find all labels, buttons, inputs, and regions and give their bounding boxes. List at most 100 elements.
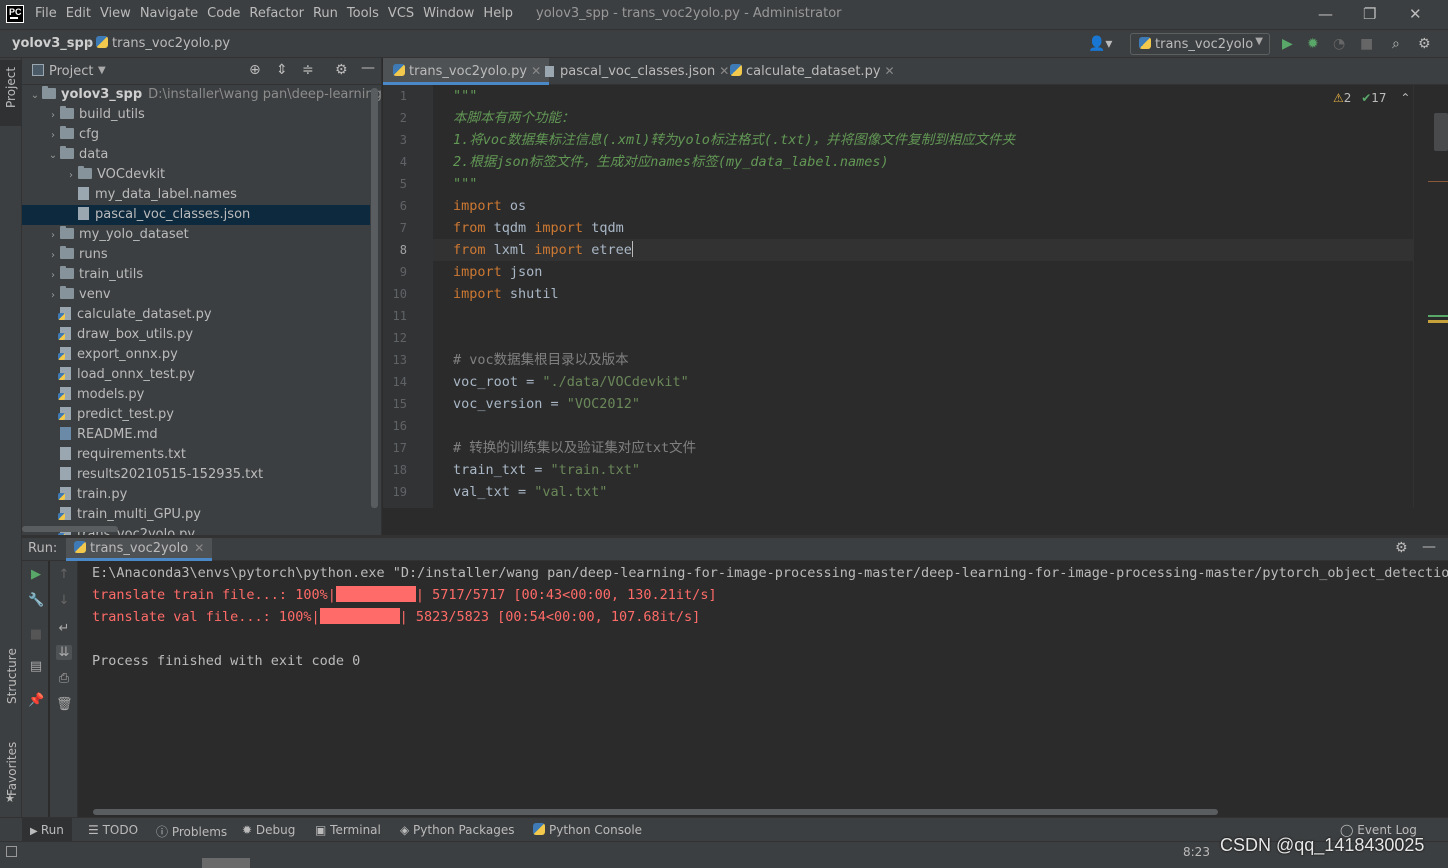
project-tool-label[interactable]: Project — [4, 67, 18, 108]
chevron-right-icon[interactable]: › — [46, 106, 60, 126]
breadcrumb-project[interactable]: yolov3_spp — [12, 36, 93, 51]
tab-calculate-dataset[interactable]: calculate_dataset.py ✕ — [720, 58, 903, 85]
search-icon[interactable]: ⌕ — [1392, 36, 1400, 52]
tab-trans-voc2yolo[interactable]: trans_voc2yolo.py ✕ — [383, 58, 550, 85]
tool-debug[interactable]: ✹ Debug — [242, 823, 295, 837]
chevron-right-icon[interactable]: › — [46, 246, 60, 266]
user-icon[interactable]: 👤▾ — [1088, 36, 1112, 52]
tree-item[interactable]: › runs — [22, 245, 370, 265]
collapse-all-icon[interactable]: ≑ — [302, 62, 314, 78]
tool-todo[interactable]: ☰ TODO — [88, 823, 138, 837]
console-horizontal-scrollbar[interactable] — [93, 809, 1218, 815]
tool-problems[interactable]: ⓘ Problems — [156, 823, 227, 840]
caret-position[interactable]: 8:23 — [1183, 845, 1210, 859]
arrow-up-icon[interactable]: ↑ — [56, 567, 72, 582]
wrench-icon[interactable]: 🔧 — [28, 593, 44, 608]
tool-terminal[interactable]: ▣ Terminal — [315, 823, 381, 837]
print-icon[interactable]: ⎙ — [56, 671, 72, 686]
menu-navigate[interactable]: Navigate — [140, 6, 198, 21]
tree-item[interactable]: my_data_label.names — [22, 185, 370, 205]
layout-toggle-icon[interactable] — [6, 846, 17, 857]
stop-icon[interactable]: ■ — [28, 627, 44, 642]
gear-icon[interactable]: ⚙ — [1395, 540, 1408, 556]
hide-panel-icon[interactable]: — — [361, 60, 375, 76]
breadcrumb-file[interactable]: trans_voc2yolo.py — [96, 36, 230, 51]
menu-window[interactable]: Window — [423, 6, 474, 21]
locate-icon[interactable]: ⊕ — [249, 62, 261, 78]
expand-all-icon[interactable]: ⇕ — [276, 62, 288, 78]
tree-item[interactable]: › my_yolo_dataset — [22, 225, 370, 245]
tree-item[interactable]: train.py — [22, 485, 370, 505]
tree-item[interactable]: ⌄ data — [22, 145, 370, 165]
tree-item[interactable]: › VOCdevkit — [22, 165, 370, 185]
tree-item[interactable]: draw_box_utils.py — [22, 325, 370, 345]
layout-icon[interactable]: ▤ — [28, 659, 44, 674]
menu-view[interactable]: View — [100, 6, 131, 21]
run-console[interactable]: E:\Anaconda3\envs\pytorch\python.exe "D:… — [79, 561, 1448, 817]
pin-icon[interactable]: 📌 — [28, 693, 44, 708]
tree-item[interactable]: pascal_voc_classes.json — [22, 205, 370, 225]
debug-icon[interactable]: ✹ — [1307, 36, 1319, 52]
stop-icon[interactable]: ■ — [1360, 36, 1373, 52]
code-editor[interactable]: """ 本脚本有两个功能： 1.将voc数据集标注信息(.xml)转为yolo标注格… — [433, 85, 1413, 508]
menu-file[interactable]: File — [35, 6, 57, 21]
previous-highlight-icon[interactable]: ⌃ — [1400, 91, 1410, 105]
tree-item[interactable]: train_multi_GPU.py — [22, 505, 370, 525]
tree-item[interactable]: models.py — [22, 385, 370, 405]
chevron-right-icon[interactable]: › — [46, 266, 60, 286]
project-scrollbar[interactable] — [371, 88, 378, 508]
close-icon[interactable]: ✕ — [1409, 5, 1422, 23]
rerun-icon[interactable]: ▶ — [28, 567, 44, 582]
tree-item[interactable]: › cfg — [22, 125, 370, 145]
tree-item[interactable]: predict_test.py — [22, 405, 370, 425]
scroll-thumb[interactable] — [1434, 113, 1448, 151]
menu-vcs[interactable]: VCS — [388, 6, 414, 21]
favorites-tool-label[interactable]: Favorites — [5, 742, 19, 796]
trash-icon[interactable]: 🗑 — [56, 697, 73, 712]
soft-wrap-icon[interactable]: ↵ — [56, 621, 72, 636]
tree-root[interactable]: ⌄ yolov3_spp D:\installer\wang pan\deep-le… — [22, 85, 381, 106]
menu-refactor[interactable]: Refactor — [249, 6, 304, 21]
tree-item[interactable]: load_onnx_test.py — [22, 365, 370, 385]
tree-item[interactable]: › build_utils — [22, 105, 370, 125]
tree-item[interactable]: export_onnx.py — [22, 345, 370, 365]
chevron-right-icon[interactable]: › — [46, 226, 60, 246]
run-configuration-select[interactable]: trans_voc2yolo ▼ — [1130, 33, 1270, 55]
close-icon[interactable]: ✕ — [885, 64, 895, 78]
chevron-right-icon[interactable]: › — [46, 126, 60, 146]
chevron-right-icon[interactable]: › — [46, 286, 60, 306]
menu-tools[interactable]: Tools — [347, 6, 379, 21]
restore-icon[interactable]: ❐ — [1363, 5, 1376, 23]
tool-python-packages[interactable]: ◈ Python Packages — [400, 823, 514, 837]
run-tab[interactable]: trans_voc2yolo ✕ — [66, 538, 213, 561]
close-icon[interactable]: ✕ — [194, 541, 204, 555]
tool-python-console[interactable]: Python Console — [533, 823, 642, 837]
structure-tool-label[interactable]: Structure — [5, 648, 19, 704]
menu-edit[interactable]: Edit — [66, 6, 91, 21]
tab-pascal-voc-classes[interactable]: pascal_voc_classes.json ✕ — [535, 58, 737, 85]
gear-icon[interactable]: ⚙ — [335, 62, 348, 78]
tree-item[interactable]: results20210515-152935.txt — [22, 465, 370, 485]
tree-item[interactable]: README.md — [22, 425, 370, 445]
menu-run[interactable]: Run — [313, 6, 338, 21]
hide-panel-icon[interactable]: — — [1422, 539, 1436, 555]
chevron-down-icon[interactable]: ⌄ — [28, 86, 42, 106]
coverage-icon[interactable]: ◔ — [1333, 36, 1345, 52]
menu-help[interactable]: Help — [483, 6, 513, 21]
settings-icon[interactable]: ⚙ — [1418, 36, 1431, 52]
editor-scrollbar[interactable] — [1413, 85, 1448, 508]
minimize-icon[interactable]: — — [1318, 5, 1333, 23]
menu-code[interactable]: Code — [207, 6, 240, 21]
arrow-down-icon[interactable]: ↓ — [56, 593, 72, 608]
project-horizontal-scrollbar[interactable] — [22, 526, 118, 532]
run-icon[interactable]: ▶ — [1282, 36, 1293, 52]
tree-item[interactable]: calculate_dataset.py — [22, 305, 370, 325]
tree-item[interactable]: requirements.txt — [22, 445, 370, 465]
tool-run[interactable]: ▶ Run — [22, 818, 72, 842]
project-view-title[interactable]: Project — [49, 64, 93, 79]
chevron-right-icon[interactable]: › — [64, 166, 78, 186]
scroll-to-end-icon[interactable]: ⇊ — [56, 645, 72, 660]
chevron-down-icon[interactable]: ▼ — [98, 65, 106, 76]
tree-item[interactable]: › train_utils — [22, 265, 370, 285]
chevron-down-icon[interactable]: ⌄ — [46, 146, 60, 166]
